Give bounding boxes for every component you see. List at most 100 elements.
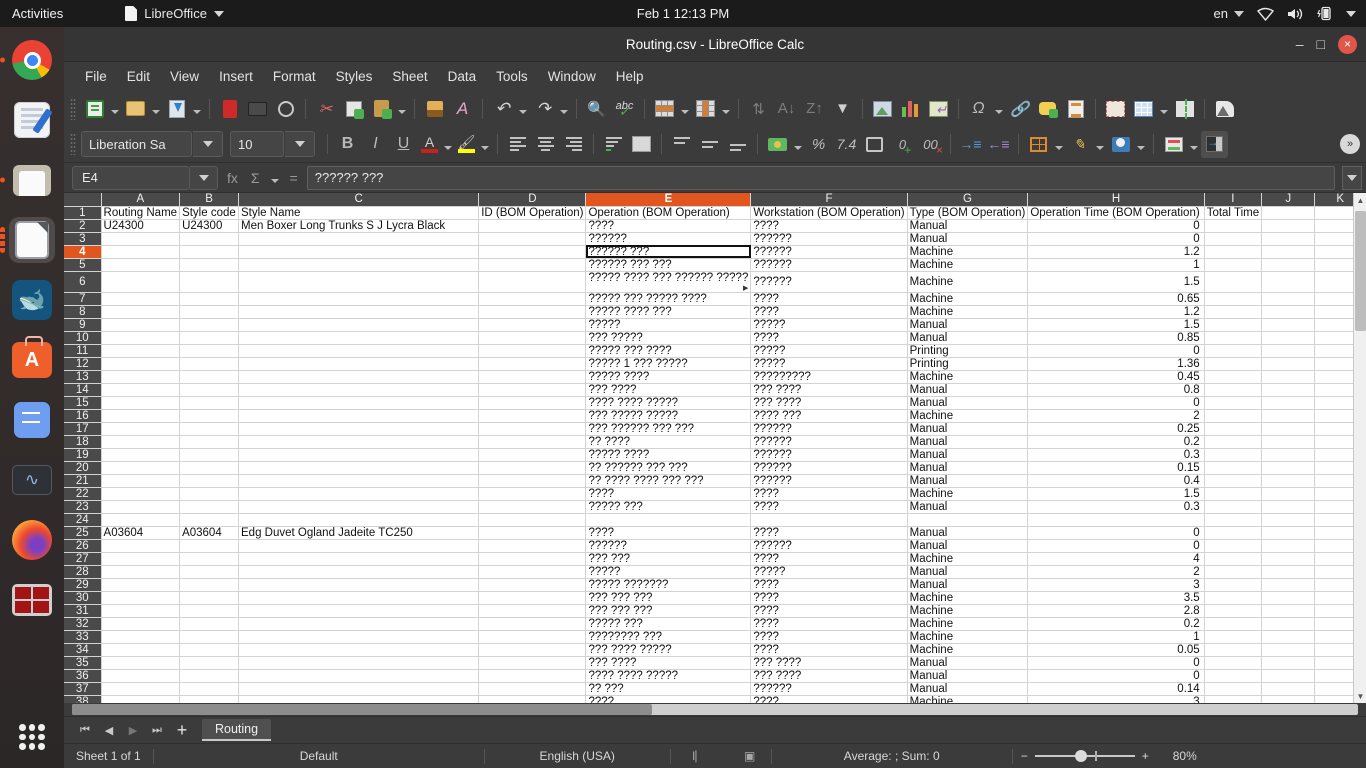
cell-C4[interactable] (238, 245, 480, 259)
cell-F24[interactable] (750, 513, 908, 527)
sheet-body[interactable]: 1 Routing Name Style code Style Name ID (BOM… (64, 206, 1366, 703)
cell-I22[interactable] (1204, 487, 1263, 501)
cell-F31[interactable]: ???? (750, 604, 908, 618)
cell-G24[interactable] (907, 513, 1029, 527)
cell-A17[interactable] (101, 422, 181, 436)
cell-C21[interactable] (238, 474, 480, 488)
paste-dropdown[interactable] (396, 95, 408, 122)
cell-D25[interactable] (478, 526, 587, 540)
cell-D21[interactable] (478, 474, 587, 488)
cell-F6[interactable]: ?????? (750, 271, 908, 293)
column-header-a[interactable]: A (101, 193, 181, 207)
row-header-22[interactable]: 22 (64, 487, 102, 501)
align-bottom-button[interactable] (724, 131, 751, 158)
cell-I10[interactable] (1204, 331, 1263, 345)
cell-G34[interactable]: Machine (907, 643, 1029, 657)
cell-J20[interactable] (1261, 461, 1316, 475)
font-name-dropdown[interactable] (193, 131, 223, 157)
row-header-17[interactable]: 17 (64, 422, 102, 436)
cell-B35[interactable] (179, 656, 239, 670)
table-row[interactable]: 25 A03604 A03604 Edg Duvet Ogland Jadeite T… (64, 526, 1366, 540)
background-color-button[interactable] (1107, 131, 1134, 158)
name-box[interactable]: E4 (72, 165, 190, 190)
cell-C11[interactable] (238, 344, 480, 358)
cell-D38[interactable] (478, 695, 587, 703)
cell-F17[interactable]: ?????? (750, 422, 908, 436)
cell-J17[interactable] (1261, 422, 1316, 436)
cell-F32[interactable]: ???? (750, 617, 908, 631)
cell-H18[interactable]: 0.2 (1027, 435, 1205, 449)
cell-D13[interactable] (478, 370, 587, 384)
row-header-4[interactable]: 4 (64, 245, 102, 259)
cell-F36[interactable]: ??? ???? (750, 669, 908, 683)
cell-I37[interactable] (1204, 682, 1263, 696)
row-header-8[interactable]: 8 (64, 305, 102, 319)
cell-D2[interactable] (478, 219, 587, 233)
cell-C2[interactable]: Men Boxer Long Trunks S J Lycra Black (238, 219, 480, 233)
paste-button[interactable] (368, 95, 395, 122)
row-tools-button[interactable] (651, 95, 678, 122)
cell-F15[interactable]: ??? ???? (750, 396, 908, 410)
cell-H30[interactable]: 3.5 (1027, 591, 1205, 605)
cell-J14[interactable] (1261, 383, 1316, 397)
cell-D31[interactable] (478, 604, 587, 618)
cell-G5[interactable]: Machine (907, 258, 1029, 272)
clone-formatting-button[interactable] (421, 95, 448, 122)
cell-H16[interactable]: 2 (1027, 409, 1205, 423)
sum-dropdown[interactable] (269, 164, 281, 191)
cell-H26[interactable]: 0 (1027, 539, 1205, 553)
formula-icon[interactable]: = (286, 170, 302, 186)
cell-E3[interactable]: ?????? (585, 232, 752, 246)
cell-D22[interactable] (478, 487, 587, 501)
function-wizard-icon[interactable]: fx (223, 170, 242, 186)
cell-I1[interactable]: Total Time (1204, 206, 1263, 220)
add-sheet-button[interactable]: + (170, 719, 194, 741)
row-header-30[interactable]: 30 (64, 591, 102, 605)
cell-H7[interactable]: 0.65 (1027, 292, 1205, 306)
borders-button[interactable] (1025, 131, 1052, 158)
cell-G8[interactable]: Machine (907, 305, 1029, 319)
volume-icon[interactable] (1287, 7, 1304, 21)
row-header-26[interactable]: 26 (64, 539, 102, 553)
undo-button[interactable]: ↶ (489, 95, 516, 122)
cell-H12[interactable]: 1.36 (1027, 357, 1205, 371)
cell-E2[interactable]: ???? (585, 219, 752, 233)
sheet-table[interactable]: A B C D E F G H I J K 1 Routing Name Style… (64, 193, 1366, 703)
cell-E21[interactable]: ?? ???? ???? ??? ??? (585, 474, 752, 488)
cell-J27[interactable] (1261, 552, 1316, 566)
cell-C27[interactable] (238, 552, 480, 566)
table-row[interactable]: 12 ????? 1 ??? ?????????? Printing 1.36 (64, 357, 1366, 371)
special-character-dropdown[interactable] (993, 95, 1005, 122)
cell-A22[interactable] (101, 487, 181, 501)
font-color-button[interactable]: A (418, 132, 441, 157)
row-header-37[interactable]: 37 (64, 682, 102, 696)
cell-J18[interactable] (1261, 435, 1316, 449)
row-header-28[interactable]: 28 (64, 565, 102, 579)
cell-H17[interactable]: 0.25 (1027, 422, 1205, 436)
menu-styles[interactable]: Styles (326, 66, 383, 87)
dock-item-google-chrome[interactable] (9, 37, 55, 83)
cell-C9[interactable] (238, 318, 480, 332)
cell-J2[interactable] (1261, 219, 1316, 233)
cell-J31[interactable] (1261, 604, 1316, 618)
column-header-b[interactable]: B (179, 193, 239, 207)
name-box-dropdown[interactable] (190, 165, 218, 190)
format-currency-dropdown[interactable] (792, 131, 804, 158)
delete-decimal-button[interactable]: 00 (917, 131, 944, 158)
insert-mode-icon[interactable]: I⎸ (671, 748, 729, 765)
cell-J23[interactable] (1261, 500, 1316, 514)
cell-E32[interactable]: ????? ??? (585, 617, 752, 631)
cell-E8[interactable]: ????? ???? ??? (585, 305, 752, 319)
cell-G11[interactable]: Printing (907, 344, 1029, 358)
row-header-24[interactable]: 24 (64, 513, 102, 527)
cell-A35[interactable] (101, 656, 181, 670)
menu-tools[interactable]: Tools (486, 66, 538, 87)
cell-G19[interactable]: Manual (907, 448, 1029, 462)
sum-icon[interactable]: Σ (247, 170, 264, 186)
cell-H3[interactable]: 0 (1027, 232, 1205, 246)
freeze-rows-columns-button[interactable] (1102, 95, 1129, 122)
dock-item-mysql-workbench[interactable]: 🐋 (9, 277, 55, 323)
cell-B4[interactable] (179, 245, 239, 259)
cell-F34[interactable]: ???? (750, 643, 908, 657)
insert-hyperlink-button[interactable]: 🔗 (1006, 95, 1033, 122)
